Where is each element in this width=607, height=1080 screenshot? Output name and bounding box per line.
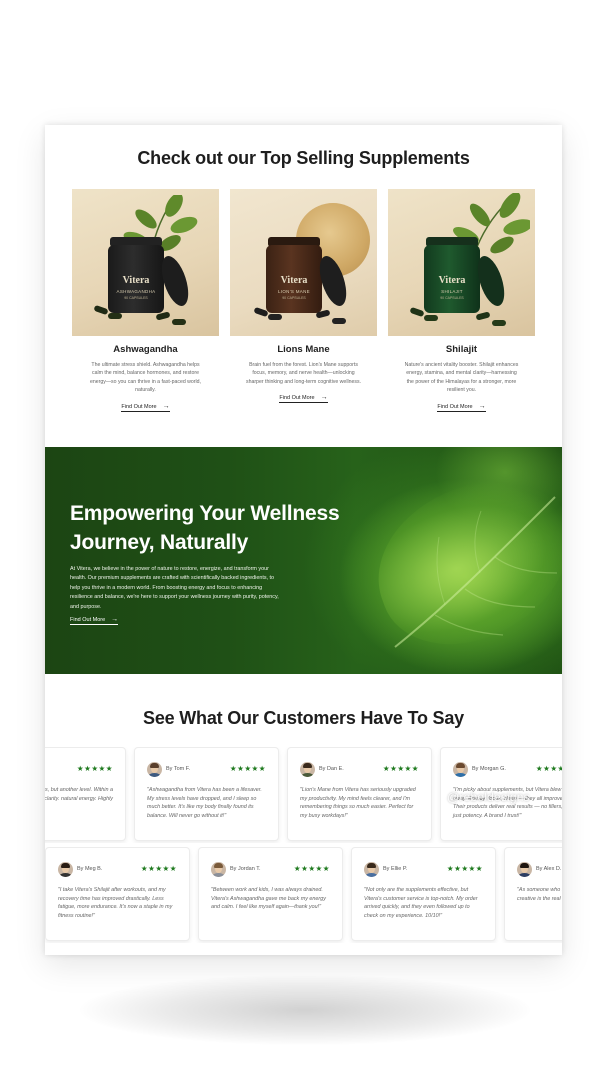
product-description: Nature's ancient vitality booster. Shila… — [404, 362, 519, 394]
page-drop-shadow — [80, 975, 530, 1045]
reviews-carousel-row-2: By Meg B. ★★★★★ "I take Vitera's Shilaji… — [45, 847, 562, 943]
hero-find-out-more-link[interactable]: Find Out More → — [70, 616, 119, 625]
product-description: Brain fuel from the forest. Lion's Mane … — [245, 362, 362, 385]
review-text: "Lion's Mane from Vitera has seriously u… — [300, 787, 416, 819]
reviewer-avatar — [211, 862, 226, 877]
hero-banner: Empowering Your Wellness Journey, Natura… — [45, 447, 562, 674]
product-card-ashwagandha: Vitera ASHWAGANDHA 90 CAPSULES Ashwagand… — [72, 189, 219, 413]
hero-headline: Empowering Your Wellness Journey, Natura… — [70, 502, 340, 554]
rating-stars: ★★★★★ — [76, 764, 113, 773]
product-name: Ashwagandha — [113, 344, 178, 355]
reviewer-avatar — [517, 862, 532, 877]
review-text: "Not only are the supplements effective,… — [364, 887, 478, 919]
product-card-shilajit: Vitera SHILAJIT 90 CAPSULES Shilajit Nat… — [388, 189, 535, 413]
capsule-icon — [492, 320, 506, 326]
capsule-icon — [172, 319, 186, 325]
review-text: "Ashwagandha from Vitera has been a life… — [147, 787, 262, 819]
reviewer-name: By Alex D. — [536, 866, 562, 872]
leaf-texture — [394, 496, 558, 648]
reviewer-avatar — [300, 762, 315, 777]
reviewer-name: By Morgan G. — [472, 766, 506, 772]
website-preview: Check out our Top Selling Supplements Vi… — [45, 125, 562, 955]
review-card: ★★★★★ energy supplements, but another le… — [45, 747, 126, 841]
review-text: "Between work and kids, I was always dra… — [211, 887, 326, 911]
capsule-icon — [108, 313, 122, 319]
jar-shilajit: Vitera SHILAJIT 90 CAPSULES — [424, 237, 480, 313]
rating-stars: ★★★★★ — [446, 864, 483, 873]
review-text: "As someone who Lion's Mane has focused,… — [517, 887, 562, 902]
product-grid: Vitera ASHWAGANDHA 90 CAPSULES Ashwagand… — [72, 189, 536, 419]
find-out-more-link[interactable]: Find Out More → — [437, 402, 486, 412]
jar-lions-mane: Vitera LION'S MANE 90 CAPSULES — [266, 237, 322, 313]
product-name: Lions Mane — [277, 344, 330, 355]
rating-stars: ★★★★★ — [229, 764, 266, 773]
reviewer-name: By Tom F. — [166, 766, 191, 772]
capsule-icon — [93, 304, 109, 316]
watermark: @rebeldesigns — [447, 790, 530, 804]
reviewer-name: By Ellie P. — [383, 866, 408, 872]
review-text: energy supplements, but another level. W… — [45, 787, 113, 802]
reviewer-name: By Dan E. — [319, 766, 344, 772]
capsule-icon — [268, 314, 282, 320]
product-image-lions-mane: Vitera LION'S MANE 90 CAPSULES — [230, 189, 377, 336]
rating-stars: ★★★★★ — [140, 864, 177, 873]
rating-stars: ★★★★★ — [293, 864, 330, 873]
product-image-ashwagandha: Vitera ASHWAGANDHA 90 CAPSULES — [72, 189, 219, 336]
find-out-more-link[interactable]: Find Out More → — [279, 394, 328, 404]
capsule-icon — [424, 315, 438, 321]
arrow-right-icon: → — [162, 402, 170, 410]
review-card: By Alex D. ★★★★★ "As someone who Lion's … — [504, 847, 562, 941]
rating-stars: ★★★★★ — [382, 764, 419, 773]
capsule-icon — [409, 306, 425, 318]
reviewer-avatar — [147, 762, 162, 777]
product-description: The ultimate stress shield. Ashwagandha … — [89, 362, 201, 394]
hero-description: At Vitera, we believe in the power of na… — [70, 566, 279, 610]
product-image-shilajit: Vitera SHILAJIT 90 CAPSULES — [388, 189, 535, 336]
reviewer-name: By Meg B. — [77, 866, 103, 872]
reviewer-avatar — [58, 862, 73, 877]
reviews-title: See What Our Customers Have To Say — [143, 708, 464, 728]
arrow-right-icon: → — [478, 402, 486, 410]
arrow-right-icon: → — [111, 616, 119, 623]
find-out-more-link[interactable]: Find Out More → — [121, 402, 170, 412]
review-card: By Tom F. ★★★★★ "Ashwagandha from Vitera… — [134, 747, 279, 841]
arrow-right-icon: → — [320, 394, 328, 402]
capsule-icon — [332, 318, 346, 324]
product-name: Shilajit — [445, 344, 478, 355]
review-card: By Jordan T. ★★★★★ "Between work and kid… — [198, 847, 343, 941]
reviewer-avatar — [453, 762, 468, 777]
review-text: "I take Vitera's Shilajit after workouts… — [58, 887, 173, 919]
review-card: By Ellie P. ★★★★★ "Not only are the supp… — [351, 847, 496, 941]
rating-stars: ★★★★★ — [535, 764, 562, 773]
product-card-lions-mane: Vitera LION'S MANE 90 CAPSULES Lions Man… — [230, 189, 377, 404]
reviewer-name: By Jordan T. — [230, 866, 261, 872]
jar-ashwagandha: Vitera ASHWAGANDHA 90 CAPSULES — [108, 237, 164, 313]
review-card: By Dan E. ★★★★★ "Lion's Mane from Vitera… — [287, 747, 432, 841]
top-selling-title: Check out our Top Selling Supplements — [137, 148, 470, 168]
reviewer-avatar — [364, 862, 379, 877]
review-card: By Meg B. ★★★★★ "I take Vitera's Shilaji… — [45, 847, 190, 941]
